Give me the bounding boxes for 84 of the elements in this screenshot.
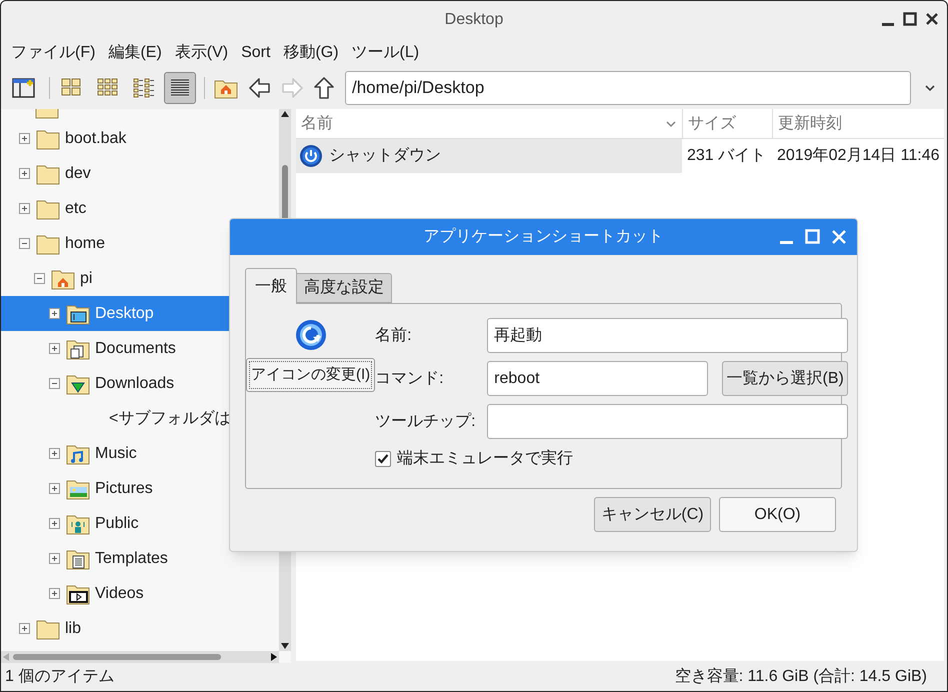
expand-icon[interactable] xyxy=(19,168,30,179)
collapse-icon[interactable] xyxy=(34,273,45,284)
column-header[interactable]: 名前 xyxy=(296,109,682,138)
checkbox[interactable] xyxy=(375,451,392,467)
scroll-up-icon[interactable] xyxy=(281,111,289,117)
tree-placeholder-text: <サブフォルダは xyxy=(109,408,230,428)
expand-icon[interactable] xyxy=(19,623,30,634)
expand-icon[interactable] xyxy=(49,588,60,599)
menu-item[interactable]: 表示(V) xyxy=(174,41,228,65)
column-header[interactable]: 更新時刻 xyxy=(772,109,944,138)
menu-item[interactable]: 移動(G) xyxy=(283,41,339,65)
maximize-icon[interactable] xyxy=(903,11,917,27)
folder-icon xyxy=(36,162,60,184)
folder-icon xyxy=(36,232,60,254)
expand-icon[interactable] xyxy=(49,343,60,354)
close-icon[interactable] xyxy=(925,11,939,27)
folder-icon xyxy=(36,618,60,640)
expand-icon[interactable] xyxy=(49,483,60,494)
scrollbar-thumb[interactable] xyxy=(13,654,221,660)
expand-icon[interactable] xyxy=(49,308,60,319)
table-cell-text: 231 バイト xyxy=(686,146,768,166)
power-icon xyxy=(299,144,323,168)
item-count: 1 個のアイテム xyxy=(5,667,114,687)
tree-item[interactable]: Desktop xyxy=(95,302,154,326)
table-cell-text: 2019年02月14日 11:46 xyxy=(776,146,940,166)
menu-item[interactable]: Sort xyxy=(241,41,270,65)
videos-folder-icon xyxy=(66,582,90,604)
folder-icon xyxy=(36,198,60,220)
home-folder-icon xyxy=(51,268,75,290)
select-from-list-button[interactable]: 一覧から選択(B) xyxy=(722,361,848,396)
tab[interactable]: 一般 xyxy=(245,268,297,304)
tree-item[interactable]: lib xyxy=(65,616,82,640)
location-field[interactable]: /home/pi/Desktop xyxy=(345,71,911,105)
menu-item[interactable]: ツール(L) xyxy=(352,41,420,65)
folder-icon xyxy=(35,109,59,119)
menu-item[interactable]: ファイル(F) xyxy=(11,41,96,65)
public-folder-icon xyxy=(66,512,90,534)
tree-item[interactable]: pi xyxy=(80,266,92,290)
tab[interactable]: 高度な設定 xyxy=(297,273,392,303)
expand-icon[interactable] xyxy=(19,203,30,214)
tree-item[interactable]: Music xyxy=(95,442,137,466)
refresh-icon xyxy=(294,318,328,352)
expand-icon[interactable] xyxy=(49,553,60,564)
input-field[interactable]: 再起動 xyxy=(487,318,848,353)
tree-item[interactable]: etc xyxy=(65,196,86,220)
templates-folder-icon xyxy=(66,548,90,570)
checkbox-label: 端末エミュレータで実行 xyxy=(397,448,574,469)
download-folder-icon xyxy=(66,372,90,394)
input-field[interactable]: reboot xyxy=(487,361,708,396)
pictures-folder-icon xyxy=(66,478,90,500)
documents-folder-icon xyxy=(66,338,90,360)
tree-item[interactable]: dev xyxy=(65,162,91,186)
tree-item[interactable]: Documents xyxy=(95,336,176,360)
menu-item[interactable]: 編集(E) xyxy=(108,41,162,65)
field-label: ツールチップ: xyxy=(375,412,477,432)
field-label: コマンド: xyxy=(375,368,445,388)
desktop-folder-icon xyxy=(66,302,90,324)
expand-icon[interactable] xyxy=(49,448,60,459)
expand-icon[interactable] xyxy=(19,133,30,144)
column-header[interactable]: サイズ xyxy=(682,109,772,138)
free-space: 空き容量: 11.6 GiB (合計: 14.5 GiB) xyxy=(674,666,928,687)
collapse-icon[interactable] xyxy=(49,378,60,389)
tree-item[interactable]: Templates xyxy=(95,546,168,570)
scroll-down-icon[interactable] xyxy=(281,643,289,649)
tree-item[interactable]: Downloads xyxy=(95,372,174,396)
tree-item[interactable]: boot.bak xyxy=(65,126,126,150)
horizontal-scrollbar[interactable] xyxy=(1,651,279,663)
cancel-button[interactable]: キャンセル(C) xyxy=(594,497,711,532)
input-field[interactable] xyxy=(487,404,848,439)
tree-item[interactable]: Pictures xyxy=(95,476,153,500)
collapse-icon[interactable] xyxy=(19,238,30,249)
dialog-title: アプリケーションショートカット xyxy=(424,226,664,247)
tree-item[interactable]: Public xyxy=(95,512,139,536)
folder-icon xyxy=(36,128,60,150)
tree-item[interactable]: Videos xyxy=(95,582,144,606)
change-icon-button[interactable]: アイコンの変更(I) xyxy=(246,358,376,392)
window-title: Desktop xyxy=(444,10,504,30)
tree-item[interactable]: home xyxy=(65,232,106,256)
field-label: 名前: xyxy=(375,326,413,346)
file-row-name[interactable]: シャットダウン xyxy=(296,139,682,173)
ok-button[interactable]: OK(O) xyxy=(719,497,836,532)
expand-icon[interactable] xyxy=(49,518,60,529)
music-folder-icon xyxy=(66,442,90,464)
scroll-right-icon[interactable] xyxy=(271,653,277,661)
